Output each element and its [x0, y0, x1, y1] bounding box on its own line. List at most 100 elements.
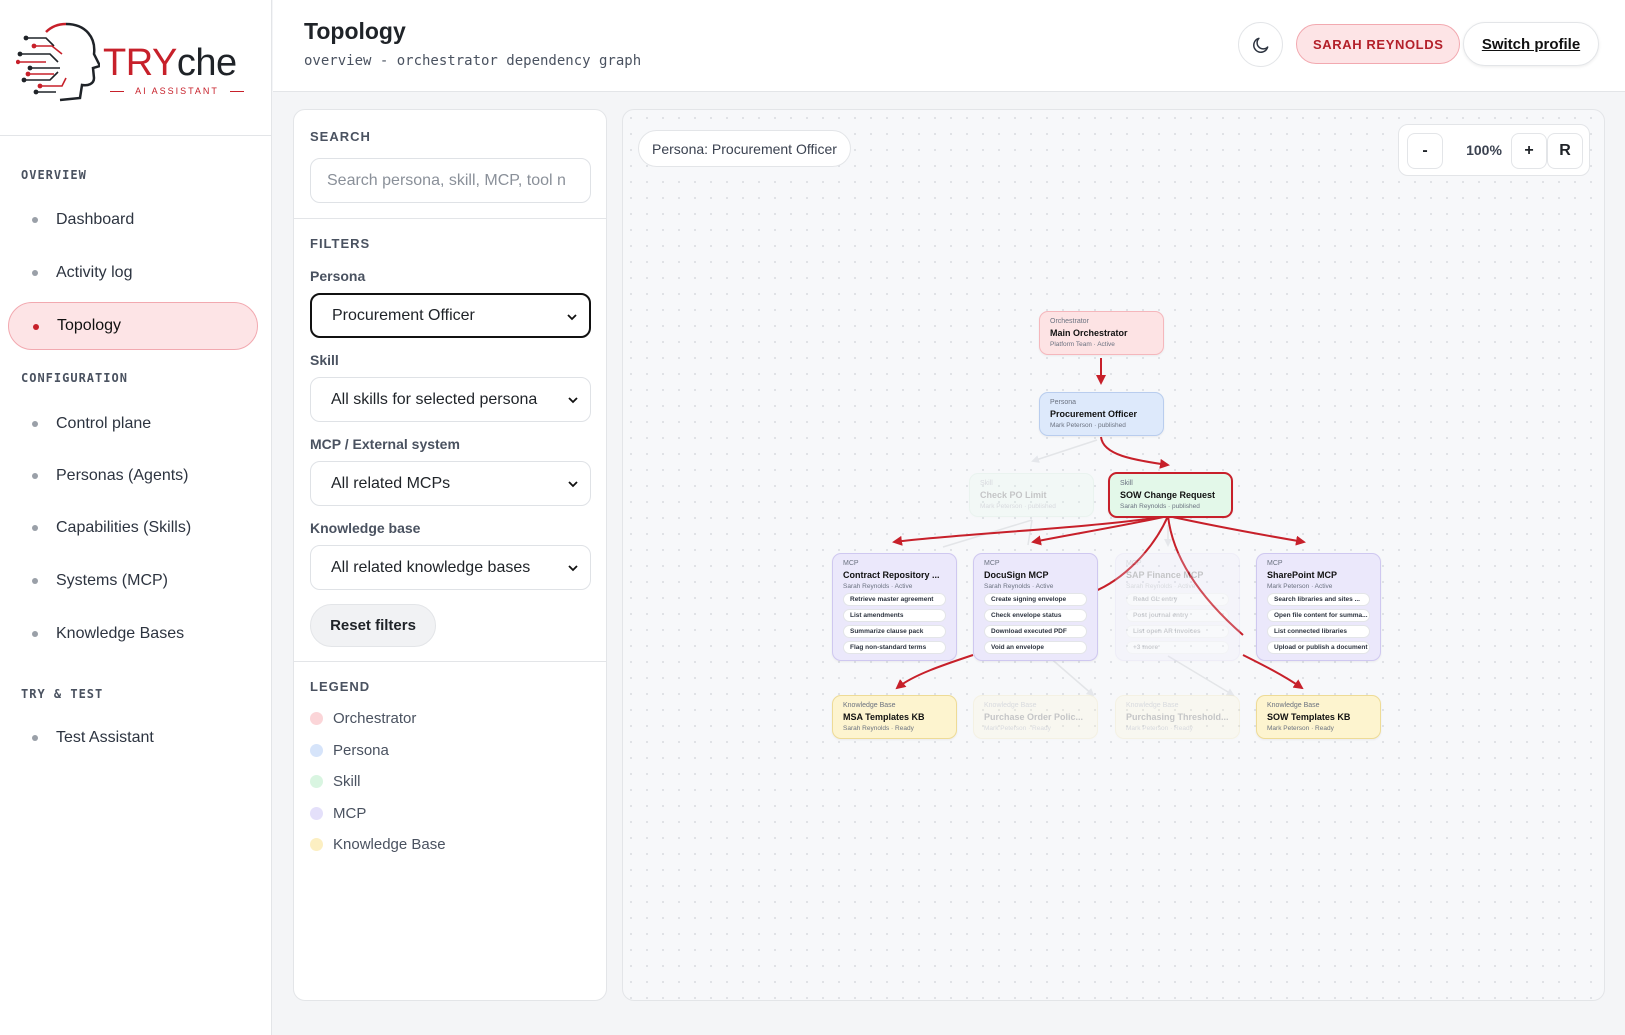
- legend-swatch: [310, 837, 323, 851]
- tool-pill[interactable]: Void an envelope: [984, 641, 1087, 654]
- node-name: Purchasing Threshold...: [1126, 712, 1229, 722]
- chevron-down-icon: [567, 314, 577, 321]
- sidebar-item-label: Capabilities (Skills): [56, 519, 192, 536]
- sidebar-item-dashboard[interactable]: Dashboard: [8, 196, 258, 244]
- node-name: SOW Templates KB: [1267, 712, 1351, 722]
- tool-pill[interactable]: Search libraries and sites ...: [1267, 593, 1370, 606]
- tool-pill[interactable]: Retrieve master agreement: [843, 593, 946, 606]
- kb-label: Knowledge base: [310, 520, 421, 536]
- tool-pill[interactable]: List connected libraries: [1267, 625, 1370, 638]
- tool-pill[interactable]: +3 more: [1126, 641, 1229, 654]
- zoom-reset-button[interactable]: R: [1547, 133, 1583, 169]
- reset-filters-button[interactable]: Reset filters: [310, 604, 436, 647]
- node-name: Main Orchestrator: [1050, 328, 1128, 338]
- legend-swatch: [310, 711, 323, 725]
- mcp-label: MCP / External system: [310, 436, 460, 452]
- persona-filter-chip[interactable]: Persona: Procurement Officer: [638, 130, 851, 167]
- node-knowledge-base[interactable]: Knowledge Base Purchase Order Polic... M…: [973, 695, 1098, 739]
- node-persona[interactable]: Persona Procurement Officer Mark Peterso…: [1039, 392, 1164, 436]
- tool-pill[interactable]: Check envelope status: [984, 609, 1087, 622]
- sidebar-item-label: Topology: [57, 317, 122, 334]
- legend-swatch: [310, 806, 323, 820]
- node-mcp[interactable]: MCP SAP Finance MCP Sarah Reynolds · Act…: [1115, 553, 1240, 661]
- node-meta: Sarah Reynolds · Ready: [843, 725, 914, 732]
- tool-pill[interactable]: Open file content for summa...: [1267, 609, 1370, 622]
- tool-pill[interactable]: Create signing envelope: [984, 593, 1087, 606]
- zoom-out-button[interactable]: -: [1407, 133, 1443, 169]
- sidebar-item-systems[interactable]: Systems (MCP): [8, 557, 258, 605]
- header: Topology overview - orchestrator depende…: [273, 0, 1625, 92]
- node-meta: Mark Peterson · Active: [1267, 583, 1333, 590]
- tool-pill[interactable]: Flag non-standard terms: [843, 641, 946, 654]
- kb-select[interactable]: All related knowledge bases: [310, 545, 591, 590]
- node-name: Procurement Officer: [1050, 409, 1138, 419]
- node-orchestrator[interactable]: Orchestrator Main Orchestrator Platform …: [1039, 311, 1164, 355]
- divider: [294, 661, 606, 662]
- node-type: MCP: [1126, 560, 1142, 567]
- node-meta: Platform Team · Active: [1050, 341, 1115, 348]
- sidebar-item-test-assistant[interactable]: Test Assistant: [8, 714, 258, 762]
- sidebar-item-activity-log[interactable]: Activity log: [8, 249, 258, 297]
- search-input[interactable]: Search persona, skill, MCP, tool n: [310, 158, 591, 203]
- node-type: Skill: [1120, 480, 1133, 487]
- skill-label: Skill: [310, 352, 339, 368]
- node-knowledge-base[interactable]: Knowledge Base MSA Templates KB Sarah Re…: [832, 695, 957, 739]
- node-name: SharePoint MCP: [1267, 570, 1338, 580]
- legend-label: MCP: [333, 804, 367, 822]
- node-name: Contract Repository ...: [843, 570, 940, 580]
- node-name: SOW Change Request: [1120, 490, 1216, 500]
- node-type: Knowledge Base: [984, 702, 1037, 709]
- tool-pill[interactable]: List amendments: [843, 609, 946, 622]
- sidebar: TRYche AI ASSISTANT OVERVIEW Dashboard A…: [0, 0, 272, 1035]
- divider: [294, 218, 606, 219]
- node-knowledge-base[interactable]: Knowledge Base SOW Templates KB Mark Pet…: [1256, 695, 1381, 739]
- zoom-in-button[interactable]: +: [1511, 133, 1547, 169]
- tool-pill[interactable]: Upload or publish a document: [1267, 641, 1370, 654]
- tool-pill[interactable]: Post journal entry: [1126, 609, 1229, 622]
- node-mcp[interactable]: MCP DocuSign MCP Sarah Reynolds · Active…: [973, 553, 1098, 661]
- node-mcp[interactable]: MCP SharePoint MCP Mark Peterson · Activ…: [1256, 553, 1381, 661]
- sidebar-item-topology[interactable]: Topology: [8, 302, 258, 350]
- edges-layer: [892, 358, 1306, 697]
- tool-pill[interactable]: Read GL entry: [1126, 593, 1229, 606]
- page-subtitle: overview - orchestrator dependency graph: [304, 53, 642, 69]
- node-meta: Sarah Reynolds · Active: [1126, 583, 1196, 590]
- tool-pill[interactable]: List open AR invoices: [1126, 625, 1229, 638]
- node-meta: Mark Peterson · published: [1050, 422, 1126, 429]
- tool-pill[interactable]: Download executed PDF: [984, 625, 1087, 638]
- node-skill[interactable]: Skill Check PO Limit Mark Peterson · pub…: [969, 473, 1094, 517]
- topology-canvas[interactable]: Persona: Procurement Officer - 100% + R …: [622, 109, 1605, 1001]
- sidebar-item-label: Systems (MCP): [56, 572, 168, 589]
- bullet-icon: [32, 217, 38, 223]
- logo[interactable]: TRYche AI ASSISTANT: [0, 0, 271, 136]
- switch-profile-button[interactable]: Switch profile: [1463, 22, 1599, 66]
- user-badge[interactable]: SARAH REYNOLDS: [1296, 24, 1461, 64]
- tool-pill[interactable]: Summarize clause pack: [843, 625, 946, 638]
- sidebar-item-label: Dashboard: [56, 211, 135, 228]
- legend-item-knowledge-base: Knowledge Base: [310, 834, 446, 854]
- nav-section-configuration: CONFIGURATION: [21, 371, 128, 385]
- sidebar-item-label: Personas (Agents): [56, 467, 189, 484]
- node-mcp[interactable]: MCP Contract Repository ... Sarah Reynol…: [832, 553, 957, 661]
- legend-title: LEGEND: [310, 679, 371, 694]
- bullet-icon: [32, 525, 38, 531]
- node-knowledge-base[interactable]: Knowledge Base Purchasing Threshold... M…: [1115, 695, 1240, 739]
- persona-select[interactable]: Procurement Officer: [310, 293, 591, 338]
- bullet-icon: [32, 578, 38, 584]
- chevron-down-icon: [568, 481, 578, 488]
- node-skill-selected[interactable]: Skill SOW Change Request Sarah Reynolds …: [1108, 472, 1233, 518]
- skill-select[interactable]: All skills for selected persona: [310, 377, 591, 422]
- legend-item-skill: Skill: [310, 771, 361, 791]
- zoom-controls: - 100% + R: [1398, 124, 1590, 176]
- sidebar-item-knowledge-bases[interactable]: Knowledge Bases: [8, 610, 258, 658]
- theme-toggle-button[interactable]: [1238, 22, 1283, 67]
- legend-item-persona: Persona: [310, 740, 389, 760]
- legend-label: Knowledge Base: [333, 835, 446, 853]
- sidebar-item-label: Test Assistant: [56, 729, 154, 746]
- sidebar-item-control-plane[interactable]: Control plane: [8, 400, 258, 448]
- brand-try: TRY: [103, 42, 177, 84]
- sidebar-item-personas[interactable]: Personas (Agents): [8, 452, 258, 500]
- node-type: MCP: [843, 560, 859, 567]
- mcp-select[interactable]: All related MCPs: [310, 461, 591, 506]
- sidebar-item-capabilities[interactable]: Capabilities (Skills): [8, 504, 258, 552]
